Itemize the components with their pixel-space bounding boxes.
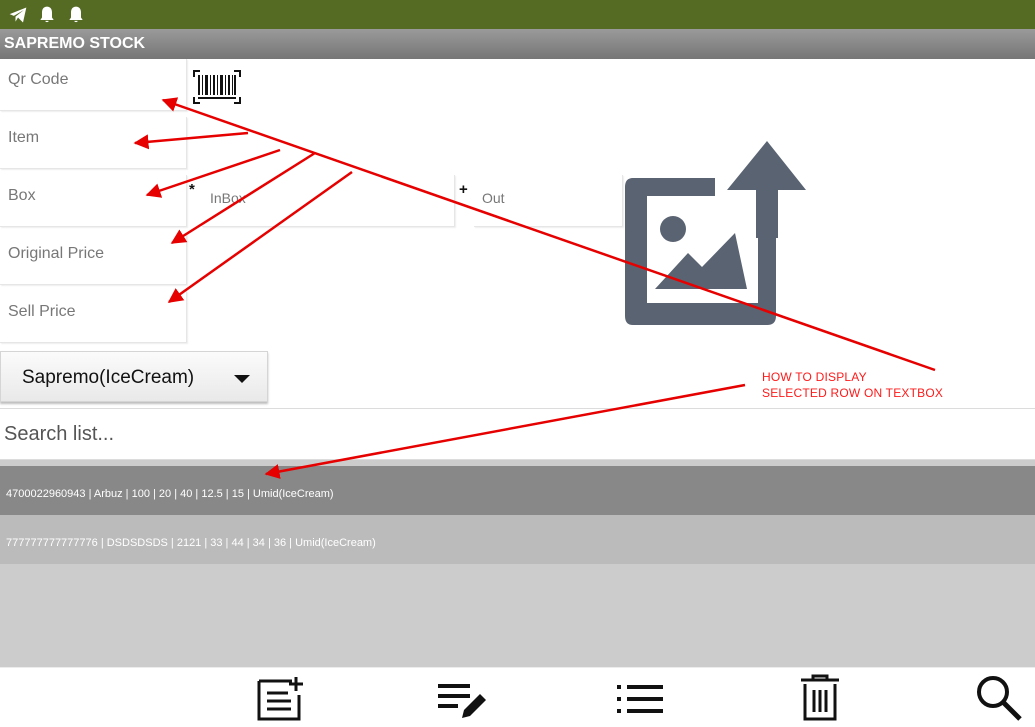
inbox-field[interactable] <box>202 175 455 227</box>
bottom-action-bar <box>0 667 1035 727</box>
dropdown-selected-value: Sapremo(IceCream) <box>22 367 195 388</box>
qr-code-field[interactable] <box>0 59 187 111</box>
app-title-bar: SAPREMO STOCK <box>0 29 1035 59</box>
edit-list-icon[interactable] <box>436 682 488 722</box>
stock-list: 4700022960943 | Arbuz | 100 | 20 | 40 | … <box>0 460 1035 667</box>
list-icon[interactable] <box>617 683 663 715</box>
search-input[interactable] <box>0 409 1035 459</box>
sell-price-field[interactable] <box>0 291 187 343</box>
delete-icon[interactable] <box>799 674 841 722</box>
search-bar[interactable] <box>0 408 1035 460</box>
box-field[interactable] <box>0 175 187 227</box>
original-price-input[interactable] <box>0 233 186 284</box>
box-input[interactable] <box>0 175 186 226</box>
inbox-input[interactable] <box>202 175 454 226</box>
item-field[interactable] <box>0 117 187 169</box>
item-input[interactable] <box>0 117 186 168</box>
out-input[interactable] <box>474 175 622 226</box>
search-icon[interactable] <box>975 674 1023 722</box>
multiply-symbol: * <box>189 181 195 198</box>
sell-price-input[interactable] <box>0 291 186 342</box>
out-field[interactable] <box>474 175 623 227</box>
barcode-scanner-icon[interactable] <box>192 69 242 105</box>
add-note-icon[interactable] <box>256 675 306 723</box>
bell-icon <box>40 6 54 23</box>
plus-symbol: + <box>459 181 468 198</box>
annotation-text-line-1: HOW TO DISPLAY <box>762 370 867 384</box>
qr-code-input[interactable] <box>0 59 186 110</box>
category-dropdown[interactable]: Sapremo(IceCream) <box>0 351 268 402</box>
image-upload-icon[interactable] <box>625 141 807 325</box>
list-item[interactable]: 4700022960943 | Arbuz | 100 | 20 | 40 | … <box>0 466 1035 515</box>
list-item-text: 777777777777776 | DSDSDSDS | 2121 | 33 |… <box>6 537 376 549</box>
app-title: SAPREMO STOCK <box>4 35 146 52</box>
annotation-text-line-2: SELECTED ROW ON TEXTBOX <box>762 386 944 400</box>
list-item-text: 4700022960943 | Arbuz | 100 | 20 | 40 | … <box>6 488 334 500</box>
bell-icon <box>69 6 83 23</box>
telegram-icon <box>9 7 27 23</box>
original-price-field[interactable] <box>0 233 187 285</box>
status-bar <box>0 0 1035 29</box>
list-item[interactable]: 777777777777776 | DSDSDSDS | 2121 | 33 |… <box>0 515 1035 564</box>
chevron-down-icon <box>234 375 250 383</box>
